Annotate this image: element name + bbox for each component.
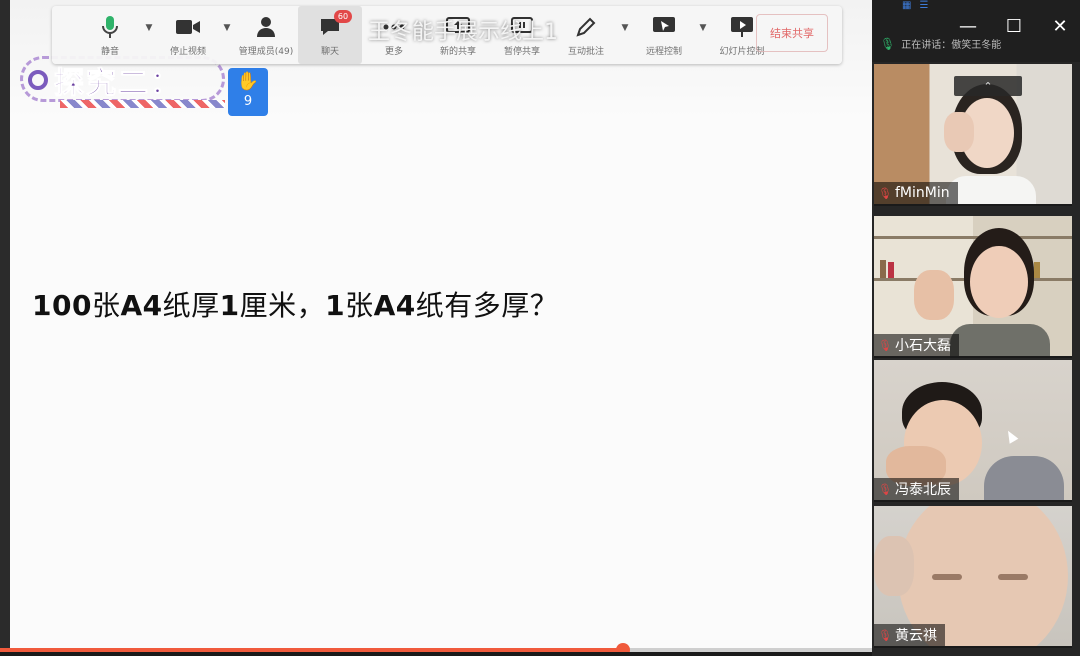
speaking-label: 正在讲话：傲笑王冬能 bbox=[901, 40, 1002, 51]
minimize-button[interactable]: — bbox=[958, 14, 978, 38]
participant-video-tile[interactable]: 🎙 冯泰北辰 bbox=[874, 360, 1072, 502]
badge-dot-icon bbox=[28, 70, 48, 90]
question-segment: A4 bbox=[373, 289, 416, 322]
panel-header: ▦ ☰ — ☐ ✕ 🎙 正在讲话：傲笑王冬能 bbox=[872, 0, 1080, 62]
toolbar-item-label: 管理成员(49) bbox=[238, 47, 294, 57]
maximize-button[interactable]: ☐ bbox=[1004, 14, 1024, 38]
toolbar-item-label: 远程控制 bbox=[645, 47, 682, 57]
slideshow-icon bbox=[728, 14, 756, 40]
toolbar-video-button[interactable]: 停止视频 bbox=[156, 6, 220, 64]
pen-icon bbox=[572, 14, 600, 40]
toolbar-remote-control-button[interactable]: 远程控制 bbox=[632, 6, 696, 64]
raised-hand-icon: ✋ bbox=[236, 71, 260, 92]
participant-name-tag: 🎙 冯泰北辰 bbox=[874, 478, 959, 500]
toolbar-item-label: 静音 bbox=[100, 47, 119, 57]
question-segment: 100 bbox=[32, 289, 92, 322]
chevron-down-icon[interactable]: ▼ bbox=[220, 6, 234, 64]
meeting-title: 王冬能手展示线上1 bbox=[368, 20, 558, 45]
meeting-window: 探究二： ✋ 9 100张A4纸厚1厘米，1张A4纸有多厚？ 静音 ▼ 停止视频 ▼ 管… bbox=[0, 0, 1080, 656]
chevron-down-icon[interactable]: ▼ bbox=[142, 6, 156, 64]
toolbar-item-label: 互动批注 bbox=[567, 47, 604, 57]
microphone-icon: 🎙 bbox=[880, 36, 896, 51]
toolbar-chat-button[interactable]: 60 聊天 bbox=[298, 6, 362, 64]
window-controls: — ☐ ✕ bbox=[958, 14, 1070, 38]
shared-slide: 探究二： ✋ 9 100张A4纸厚1厘米，1张A4纸有多厚？ bbox=[10, 0, 872, 650]
mic-muted-icon: 🎙 bbox=[878, 628, 892, 642]
question-segment: 厘米， bbox=[239, 289, 326, 322]
chevron-down-icon[interactable]: ▼ bbox=[618, 6, 632, 64]
question-segment: 纸有多厚？ bbox=[415, 289, 559, 322]
panel-mini-icons: ▦ ☰ bbox=[902, 0, 928, 14]
remote-control-icon bbox=[650, 14, 678, 40]
question-segment: 1 bbox=[325, 289, 346, 322]
video-camera-icon bbox=[174, 14, 202, 40]
question-segment: A4 bbox=[120, 289, 163, 322]
raised-hands-indicator[interactable]: ✋ 9 bbox=[228, 68, 268, 116]
participant-name-tag: 🎙 黄云祺 bbox=[874, 624, 945, 646]
question-segment: 张 bbox=[345, 289, 374, 322]
grid-view-icon[interactable]: ▦ bbox=[902, 0, 911, 14]
participant-name-tag: 🎙 fMinMin bbox=[874, 182, 958, 204]
question-segment: 张 bbox=[91, 289, 121, 322]
toolbar-item-label: 聊天 bbox=[320, 47, 339, 57]
mic-muted-icon: 🎙 bbox=[878, 338, 892, 352]
speaking-indicator: 🎙 正在讲话：傲笑王冬能 bbox=[880, 36, 1002, 52]
participant-name: 冯泰北辰 bbox=[894, 482, 951, 498]
person-icon bbox=[252, 14, 280, 40]
microphone-icon bbox=[96, 14, 124, 40]
question-segment: 1 bbox=[219, 289, 240, 322]
participant-video-tile[interactable]: 🎙 小石大磊 bbox=[874, 216, 1072, 358]
participant-name: 小石大磊 bbox=[894, 338, 951, 354]
chevron-down-icon[interactable]: ▼ bbox=[696, 6, 710, 64]
section-title: 探究二： bbox=[54, 66, 182, 102]
question-segment: 纸厚 bbox=[162, 289, 220, 322]
end-share-button[interactable]: 结束共享 bbox=[756, 14, 828, 52]
slide-question: 100张A4纸厚1厘米，1张A4纸有多厚？ bbox=[32, 284, 558, 324]
collapse-video-button[interactable]: ⌃ bbox=[954, 76, 1022, 96]
participant-video-tile[interactable]: ⌃ 🎙 fMinMin bbox=[874, 64, 1072, 206]
toolbar-item-label: 停止视频 bbox=[169, 47, 206, 57]
video-panel: ▦ ☰ — ☐ ✕ 🎙 正在讲话：傲笑王冬能 ⌃ 🎙 fMinMin 🎙 小石大… bbox=[872, 0, 1080, 656]
participant-video-tile[interactable]: 🎙 黄云祺 bbox=[874, 506, 1072, 648]
participant-name: 黄云祺 bbox=[894, 628, 937, 644]
participant-name-tag: 🎙 小石大磊 bbox=[874, 334, 959, 356]
toolbar-participants-button[interactable]: 管理成员(49) bbox=[234, 6, 298, 64]
participant-name: fMinMin bbox=[894, 185, 950, 201]
mic-muted-icon: 🎙 bbox=[878, 186, 892, 200]
mic-muted-icon: 🎙 bbox=[878, 482, 892, 496]
raised-hand-count: 9 bbox=[243, 94, 253, 109]
toolbar-annotate-button[interactable]: 互动批注 bbox=[554, 6, 618, 64]
list-view-icon[interactable]: ☰ bbox=[919, 0, 928, 14]
unread-count-badge: 60 bbox=[334, 10, 352, 23]
left-edge bbox=[0, 0, 10, 656]
toolbar-mute-button[interactable]: 静音 bbox=[78, 6, 142, 64]
close-button[interactable]: ✕ bbox=[1050, 14, 1070, 38]
